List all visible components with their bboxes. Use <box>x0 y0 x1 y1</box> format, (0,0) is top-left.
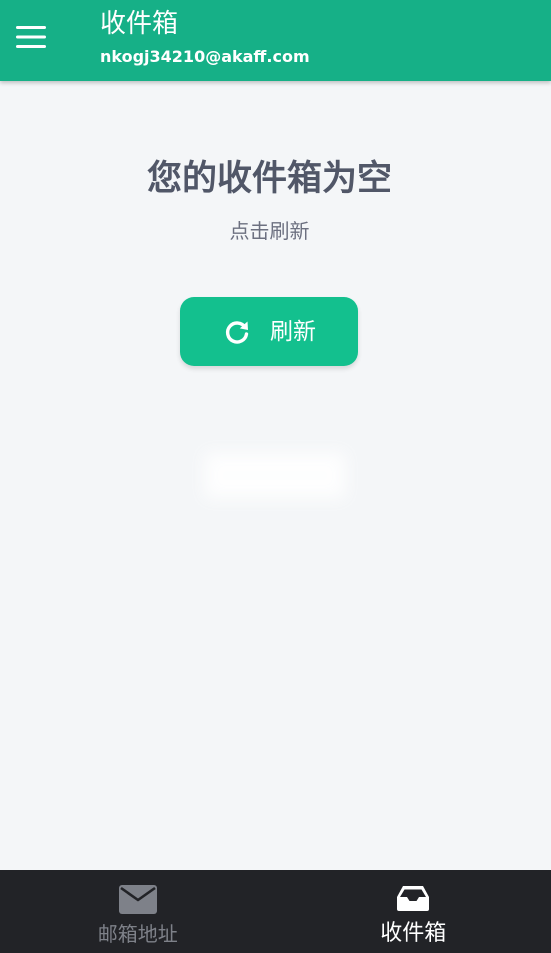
nav-item-label: 邮箱地址 <box>97 922 178 946</box>
menu-button[interactable] <box>8 14 54 60</box>
page-title: 收件箱 <box>100 9 179 39</box>
nav-item-email-address[interactable]: 邮箱地址 <box>0 870 276 953</box>
blurred-placeholder <box>205 453 345 498</box>
refresh-icon <box>222 317 252 347</box>
hamburger-menu-icon <box>16 26 46 48</box>
empty-state-hint: 点击刷新 <box>229 219 310 243</box>
nav-item-inbox[interactable]: 收件箱 <box>276 870 551 953</box>
refresh-button[interactable]: 刷新 <box>180 297 358 366</box>
refresh-button-label: 刷新 <box>270 318 316 345</box>
bottom-navigation: 邮箱地址 收件箱 <box>0 870 551 953</box>
inbox-content: 您的收件箱为空 点击刷新 刷新 <box>0 81 551 870</box>
app-bar: 收件箱 nkogj34210@akaff.com <box>0 0 551 81</box>
envelope-icon <box>118 885 157 914</box>
empty-state-title: 您的收件箱为空 <box>146 159 392 199</box>
inbox-tray-icon <box>397 886 430 911</box>
email-address-label: nkogj34210@akaff.com <box>100 47 310 66</box>
nav-item-label: 收件箱 <box>380 921 447 946</box>
